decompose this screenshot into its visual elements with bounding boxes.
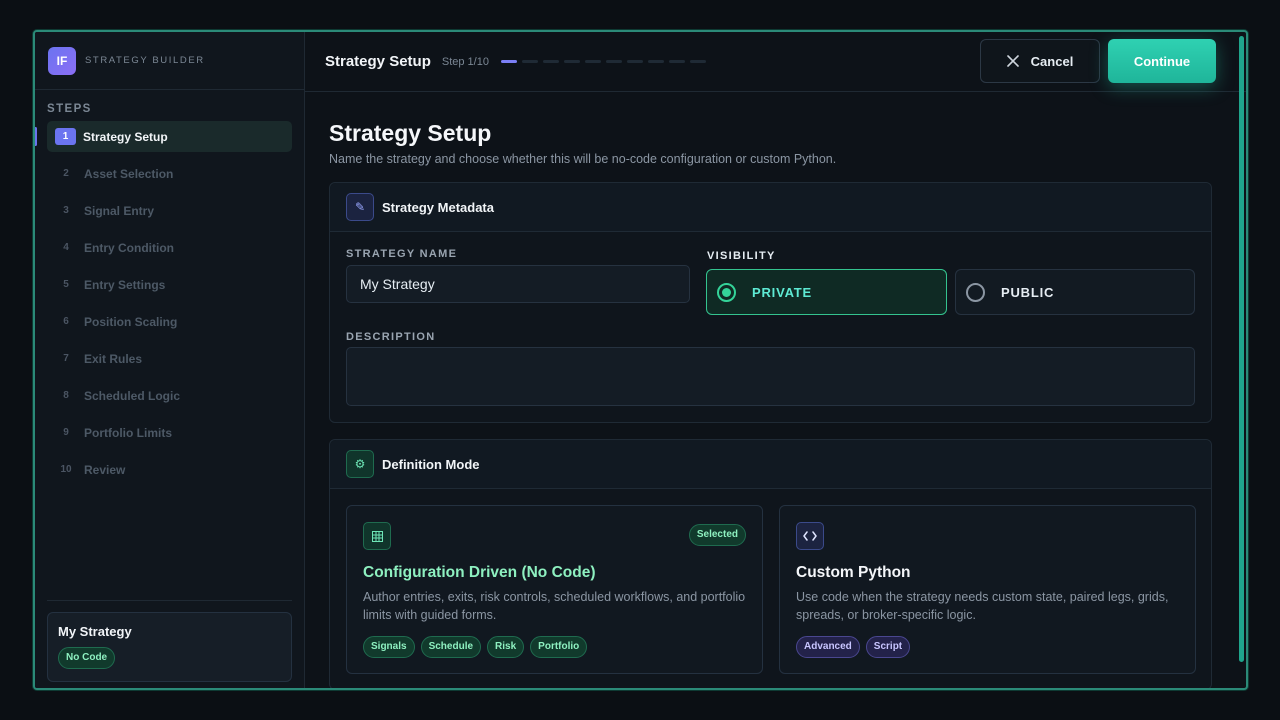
mode-option-custom-python[interactable]: Custom Python Use code when the strategy… [779,505,1196,674]
card-title: Strategy Metadata [382,199,494,215]
step-label: Entry Condition [84,240,174,255]
sidebar-step-review[interactable]: 10 Review [47,454,292,485]
tag-list: Advanced Script [796,636,1179,658]
definition-mode-card: ⚙ Definition Mode Selected Configuration… [329,439,1212,688]
step-number: 8 [63,390,69,401]
app-name: STRATEGY BUILDER [85,55,205,66]
card-header: ✎ Strategy Metadata [330,183,1211,232]
step-label: Portfolio Limits [84,425,172,440]
tag: Schedule [420,636,482,658]
top-bar: Strategy Setup Step 1/10 Cancel Continue [305,32,1246,92]
step-label: Asset Selection [84,166,174,181]
step-number: 4 [63,242,69,253]
step-counter: Step 1/10 [441,55,489,68]
sidebar-step-exit-rules[interactable]: 7 Exit Rules [47,343,292,374]
page-title: Strategy Setup [329,120,492,146]
progress-segment [647,60,664,63]
strategy-name-label: STRATEGY NAME [346,248,458,260]
sidebar-step-entry-settings[interactable]: 5 Entry Settings [47,269,292,300]
gear-icon: ⚙ [346,450,374,478]
progress-segment [563,60,580,63]
tag: Portfolio [530,636,588,658]
step-list: 1 Strategy Setup 2 Asset Selection 3 Sig… [35,121,304,485]
description-label: DESCRIPTION [346,331,436,343]
mode-option-no-code[interactable]: Selected Configuration Driven (No Code) … [346,505,763,674]
progress-segment [605,60,622,63]
mode-title: Configuration Driven (No Code) [363,564,596,581]
progress-segment [584,60,601,63]
sidebar-divider [47,600,292,601]
sidebar-step-strategy-setup[interactable]: 1 Strategy Setup [35,121,292,152]
description-textarea[interactable] [346,347,1195,406]
tag-list: Signals Schedule Risk Portfolio [363,636,746,658]
progress-segment [668,60,685,63]
step-label: Exit Rules [84,351,143,366]
mode-badge: No Code [58,647,116,669]
tag: Advanced [796,636,860,658]
step-progress [500,60,706,63]
visibility-private-radio[interactable]: PRIVATE [706,269,947,315]
step-number: 9 [63,427,69,438]
app-window: IF STRATEGY BUILDER STEPS 1 Strategy Set… [33,30,1248,690]
tag: Risk [487,636,525,658]
progress-segment [689,60,706,63]
sidebar: IF STRATEGY BUILDER STEPS 1 Strategy Set… [35,32,305,688]
sidebar-step-entry-condition[interactable]: 4 Entry Condition [47,232,292,263]
brand-header: IF STRATEGY BUILDER [35,32,304,90]
step-number: 7 [63,353,69,364]
mode-description: Use code when the strategy needs custom … [796,590,1169,622]
main-panel: Strategy Setup Step 1/10 Cancel Continue [305,32,1246,688]
radio-unchecked-icon [966,282,985,302]
step-number: 2 [63,168,69,179]
visibility-public-radio[interactable]: PUBLIC [955,269,1195,315]
tag: Script [865,636,911,658]
progress-segment [500,60,517,63]
steps-heading: STEPS [47,103,92,115]
progress-segment [626,60,643,63]
app-logo: IF [48,46,76,75]
selected-badge: Selected [688,524,746,546]
step-label: Position Scaling [84,314,178,329]
step-label: Scheduled Logic [84,388,181,403]
card-header: ⚙ Definition Mode [330,440,1211,489]
tag: Signals [363,636,415,658]
visibility-label: VISIBILITY [707,250,776,262]
sidebar-step-scheduled-logic[interactable]: 8 Scheduled Logic [47,380,292,411]
grid-icon [363,522,391,550]
cancel-button[interactable]: Cancel [980,39,1100,83]
step-label: Entry Settings [84,277,166,292]
sidebar-step-asset-selection[interactable]: 2 Asset Selection [47,158,292,189]
card-title: Definition Mode [382,456,480,472]
pencil-icon: ✎ [346,193,374,221]
step-label: Strategy Setup [83,129,168,144]
step-label: Signal Entry [84,203,155,218]
step-number: 1 [55,128,76,145]
scrollbar[interactable] [1239,36,1244,662]
close-icon [1006,55,1019,67]
step-label: Review [84,462,126,477]
sidebar-step-portfolio-limits[interactable]: 9 Portfolio Limits [47,417,292,448]
code-icon [796,522,824,550]
continue-button[interactable]: Continue [1108,39,1216,83]
step-number: 5 [63,279,69,290]
sidebar-step-signal-entry[interactable]: 3 Signal Entry [47,195,292,226]
mode-description: Author entries, exits, risk controls, sc… [363,590,746,622]
cancel-label: Cancel [1030,53,1074,69]
strategy-summary-card: My Strategy No Code [47,612,292,682]
step-number: 3 [63,205,69,216]
strategy-metadata-card: ✎ Strategy Metadata STRATEGY NAME My Str… [329,182,1212,423]
sidebar-step-position-scaling[interactable]: 6 Position Scaling [47,306,292,337]
radio-checked-icon [717,282,736,302]
top-bar-title: Strategy Setup [325,53,431,70]
radio-label: PRIVATE [752,284,813,300]
summary-strategy-name: My Strategy [58,624,132,639]
mode-title: Custom Python [796,564,911,581]
page-subtitle: Name the strategy and choose whether thi… [329,152,837,166]
step-number: 10 [60,464,72,475]
step-number: 6 [63,316,69,327]
strategy-name-input[interactable]: My Strategy [346,265,690,303]
radio-label: PUBLIC [1001,284,1055,300]
progress-segment [542,60,559,63]
progress-segment [521,60,538,63]
